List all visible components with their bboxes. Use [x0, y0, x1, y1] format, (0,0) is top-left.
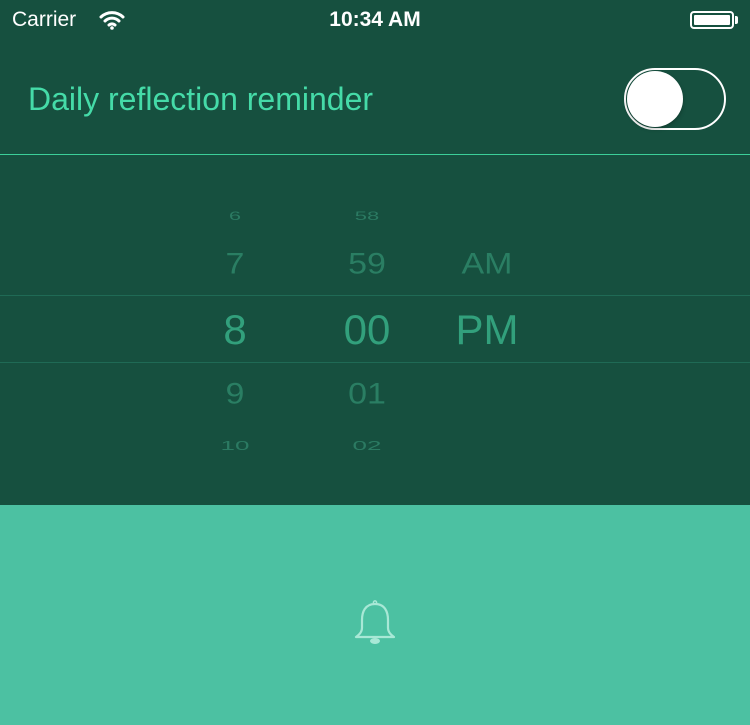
picker-minute-item[interactable]: 59 — [312, 247, 422, 281]
picker-hour-item[interactable]: 7 — [180, 247, 290, 281]
reminder-label: Daily reflection reminder — [28, 81, 374, 117]
picker-minute-item[interactable]: 02 — [312, 438, 422, 454]
battery-tip — [735, 16, 738, 24]
time-picker[interactable]: 6 7 8 9 10 58 59 00 01 02 AM PM — [0, 155, 750, 505]
picker-hour-item[interactable]: 9 — [180, 377, 290, 411]
status-bar: Carrier 10:34 AM — [0, 0, 750, 40]
picker-period-item[interactable]: AM — [432, 247, 542, 281]
reminder-toggle[interactable] — [624, 68, 726, 130]
picker-minute-item[interactable]: 58 — [312, 209, 422, 223]
picker-hour-item[interactable]: 6 — [180, 209, 290, 223]
toggle-knob — [627, 71, 683, 127]
bell-icon[interactable] — [353, 600, 397, 648]
battery-icon — [690, 11, 734, 29]
bottom-panel — [0, 505, 750, 725]
picker-minute-item[interactable]: 01 — [312, 377, 422, 411]
reminder-row: Daily reflection reminder — [0, 40, 750, 155]
picker-period-selected[interactable]: PM — [432, 306, 542, 354]
picker-minute-selected[interactable]: 00 — [312, 306, 422, 354]
status-time: 10:34 AM — [329, 8, 421, 31]
picker-hour-item[interactable]: 10 — [180, 438, 290, 454]
picker-hour-selected[interactable]: 8 — [180, 306, 290, 354]
